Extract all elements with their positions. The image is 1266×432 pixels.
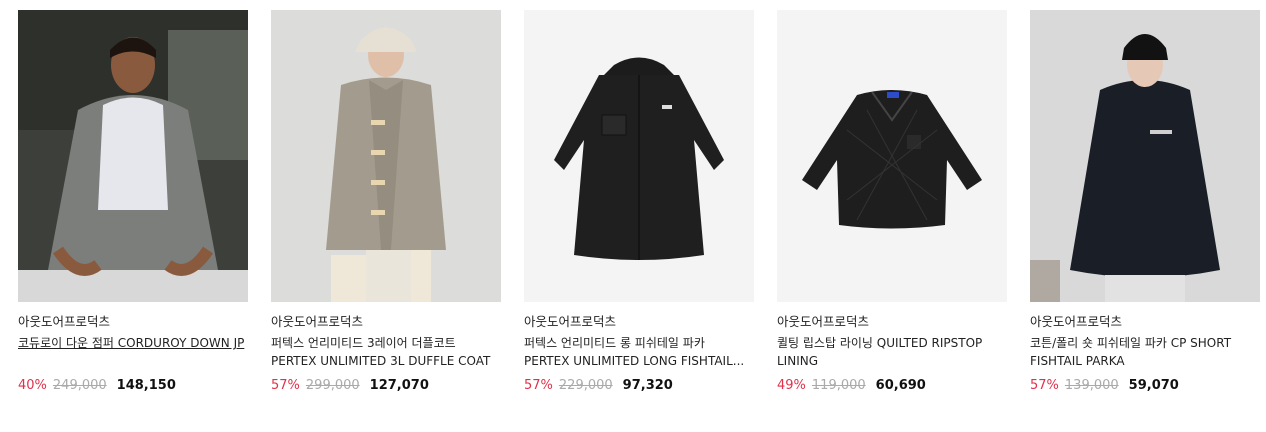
product-brand[interactable]: 아웃도어프로덕츠 bbox=[777, 314, 1007, 330]
product-price: 57% 229,000 97,320 bbox=[524, 378, 754, 394]
product-brand[interactable]: 아웃도어프로덕츠 bbox=[18, 314, 248, 330]
discount-rate: 40% bbox=[18, 378, 47, 393]
original-price: 139,000 bbox=[1064, 378, 1119, 393]
product-image[interactable] bbox=[777, 10, 1007, 302]
product-price: 57% 139,000 59,070 bbox=[1030, 378, 1260, 394]
discount-rate: 57% bbox=[1030, 378, 1059, 393]
product-card[interactable]: 아웃도어프로덕츠 코튼/폴리 숏 피쉬테일 파카 CP SHORT FISHTA… bbox=[1030, 10, 1260, 394]
original-price: 119,000 bbox=[811, 378, 866, 393]
product-price: 57% 299,000 127,070 bbox=[271, 378, 501, 394]
sale-price: 127,070 bbox=[369, 378, 429, 393]
sale-price: 59,070 bbox=[1128, 378, 1179, 393]
product-name[interactable]: 퍼텍스 언리미티드 롱 피쉬테일 파카 PERTEX UNLIMITED LON… bbox=[524, 334, 754, 370]
product-grid: 아웃도어프로덕츠 코듀로이 다운 점퍼 CORDUROY DOWN JP 40%… bbox=[18, 10, 1260, 394]
product-name[interactable]: 퀼팅 립스탑 라이닝 QUILTED RIPSTOP LINING bbox=[777, 334, 1007, 370]
product-card[interactable]: 아웃도어프로덕츠 퍼텍스 언리미티드 3레이어 더플코트 PERTEX UNLI… bbox=[271, 10, 501, 394]
product-name[interactable]: 코튼/폴리 숏 피쉬테일 파카 CP SHORT FISHTAIL PARKA bbox=[1030, 334, 1260, 370]
product-image[interactable] bbox=[1030, 10, 1260, 302]
discount-rate: 57% bbox=[524, 378, 553, 393]
product-card[interactable]: 아웃도어프로덕츠 퍼텍스 언리미티드 롱 피쉬테일 파카 PERTEX UNLI… bbox=[524, 10, 754, 394]
product-brand[interactable]: 아웃도어프로덕츠 bbox=[1030, 314, 1260, 330]
product-price: 40% 249,000 148,150 bbox=[18, 378, 248, 394]
original-price: 229,000 bbox=[558, 378, 613, 393]
product-price: 49% 119,000 60,690 bbox=[777, 378, 1007, 394]
product-brand[interactable]: 아웃도어프로덕츠 bbox=[524, 314, 754, 330]
product-brand[interactable]: 아웃도어프로덕츠 bbox=[271, 314, 501, 330]
product-name[interactable]: 퍼텍스 언리미티드 3레이어 더플코트 PERTEX UNLIMITED 3L … bbox=[271, 334, 501, 370]
original-price: 249,000 bbox=[52, 378, 107, 393]
product-image[interactable] bbox=[18, 10, 248, 302]
product-card[interactable]: 아웃도어프로덕츠 퀼팅 립스탑 라이닝 QUILTED RIPSTOP LINI… bbox=[777, 10, 1007, 394]
discount-rate: 49% bbox=[777, 378, 806, 393]
sale-price: 97,320 bbox=[622, 378, 673, 393]
product-name[interactable]: 코듀로이 다운 점퍼 CORDUROY DOWN JP bbox=[18, 334, 248, 370]
sale-price: 60,690 bbox=[875, 378, 926, 393]
product-image[interactable] bbox=[524, 10, 754, 302]
original-price: 299,000 bbox=[305, 378, 360, 393]
product-image[interactable] bbox=[271, 10, 501, 302]
sale-price: 148,150 bbox=[116, 378, 176, 393]
discount-rate: 57% bbox=[271, 378, 300, 393]
product-card[interactable]: 아웃도어프로덕츠 코듀로이 다운 점퍼 CORDUROY DOWN JP 40%… bbox=[18, 10, 248, 394]
